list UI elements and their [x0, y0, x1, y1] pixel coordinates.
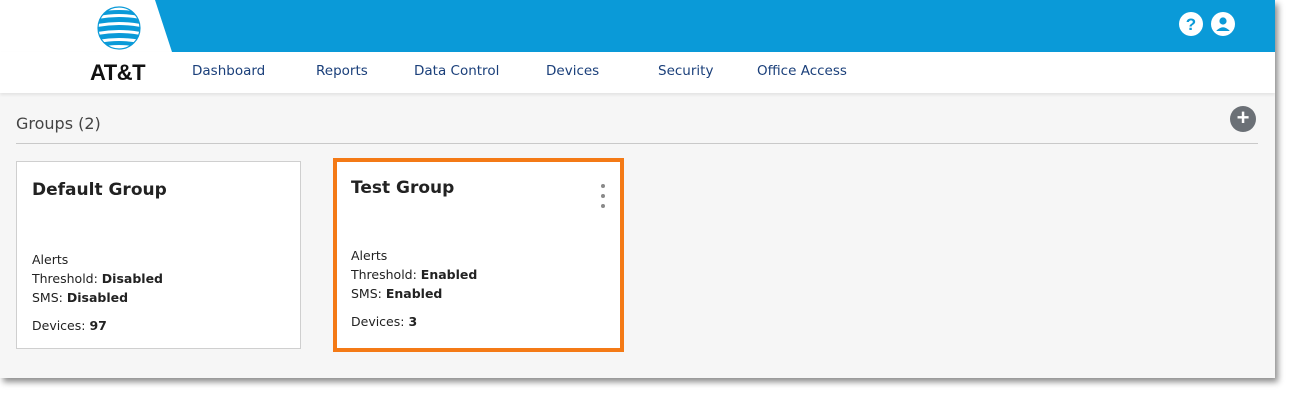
sms-value: Enabled	[385, 286, 443, 301]
user-account-icon[interactable]	[1211, 12, 1235, 36]
group-card-test[interactable]: Test Group Alerts Threshold: Enabled SMS…	[333, 158, 624, 352]
sms-label: SMS:	[32, 290, 67, 305]
devices-count: 3	[408, 314, 418, 329]
header-bar: ?	[0, 0, 1275, 52]
nav-item-office-access[interactable]: Office Access	[757, 63, 847, 79]
group-card-default[interactable]: Default Group Alerts Threshold: Disabled…	[16, 161, 301, 349]
add-group-button[interactable]: +	[1230, 106, 1256, 132]
group-card-alerts: Alerts Threshold: Disabled SMS: Disabled	[32, 250, 163, 307]
nav-item-dashboard[interactable]: Dashboard	[192, 63, 265, 79]
group-card-title: Default Group	[32, 180, 167, 200]
threshold-value: Disabled	[101, 271, 163, 286]
alerts-label: Alerts	[351, 248, 388, 263]
threshold-row: Threshold: Enabled	[351, 265, 477, 284]
group-card-alerts: Alerts Threshold: Enabled SMS: Enabled	[351, 246, 477, 303]
threshold-label: Threshold:	[351, 267, 421, 282]
alerts-label: Alerts	[32, 252, 69, 267]
help-glyph: ?	[1185, 14, 1197, 34]
devices-row: Devices: 3	[351, 314, 417, 329]
sms-label: SMS:	[351, 286, 386, 301]
nav-item-reports[interactable]: Reports	[316, 63, 368, 79]
threshold-row: Threshold: Disabled	[32, 269, 163, 288]
threshold-value: Enabled	[420, 267, 478, 282]
kebab-menu-icon[interactable]	[600, 184, 606, 208]
header-icons: ?	[1179, 12, 1235, 36]
devices-label: Devices:	[351, 314, 409, 329]
app-window: ? AT&T Dashboard Reports Data Control De…	[0, 0, 1275, 378]
sms-row: SMS: Enabled	[351, 284, 477, 303]
devices-row: Devices: 97	[32, 318, 107, 333]
section-divider	[16, 143, 1258, 144]
nav-bar: AT&T Dashboard Reports Data Control Devi…	[0, 52, 1275, 93]
att-globe-icon	[97, 6, 141, 50]
nav-item-data-control[interactable]: Data Control	[414, 63, 499, 79]
help-icon[interactable]: ?	[1179, 12, 1203, 36]
devices-count: 97	[89, 318, 107, 333]
nav-item-devices[interactable]: Devices	[546, 63, 599, 79]
nav-item-security[interactable]: Security	[658, 63, 713, 79]
sms-row: SMS: Disabled	[32, 288, 163, 307]
threshold-label: Threshold:	[32, 271, 102, 286]
devices-label: Devices:	[32, 318, 90, 333]
sms-value: Disabled	[66, 290, 129, 305]
page-title: Groups (2)	[16, 114, 101, 133]
user-silhouette-icon	[1216, 17, 1230, 31]
plus-icon: +	[1236, 105, 1250, 130]
brand-name[interactable]: AT&T	[90, 60, 146, 86]
group-card-title: Test Group	[351, 178, 455, 198]
logo-panel	[0, 0, 172, 52]
